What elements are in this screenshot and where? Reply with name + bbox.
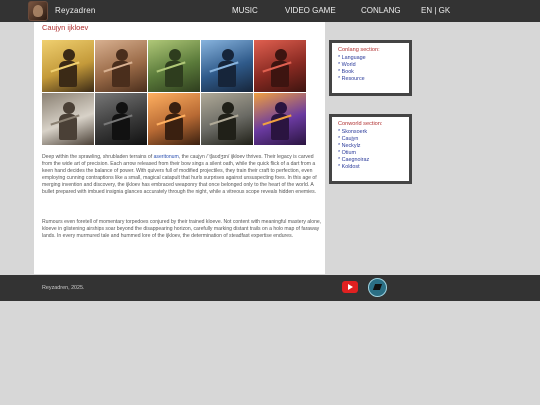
sidebar-item-koldost[interactable]: * Koldost bbox=[338, 164, 403, 171]
sidebar-item-book[interactable]: * Book bbox=[338, 69, 403, 76]
image-gallery bbox=[42, 40, 306, 146]
logo-icon[interactable] bbox=[28, 1, 48, 21]
ninja-image[interactable] bbox=[95, 93, 147, 145]
warrior-portrait-image[interactable] bbox=[42, 40, 94, 92]
figure-head bbox=[274, 49, 287, 62]
sidebar-item-otium[interactable]: * Otium bbox=[338, 150, 403, 157]
sidebar-item-world[interactable]: * World bbox=[338, 62, 403, 69]
figure-head bbox=[221, 102, 234, 115]
figure-head bbox=[115, 102, 128, 115]
sidebar-item-resource[interactable]: * Resource bbox=[338, 76, 403, 83]
red-warrior-image[interactable] bbox=[254, 40, 306, 92]
nav-video-game[interactable]: VIDEO GAME bbox=[285, 6, 336, 15]
figure-head bbox=[274, 102, 287, 115]
sidebar-item-language[interactable]: * Language bbox=[338, 55, 403, 62]
intro-text-end: , the caujyn /ˈtʃaʊdʒɪn/ ijkloev thrives… bbox=[42, 154, 317, 195]
intro-paragraph: Deep within the sprawling, shrubladen te… bbox=[42, 154, 322, 195]
sidebar-item-caegnoiraz[interactable]: * Caegnoiraz bbox=[338, 157, 403, 164]
nav-music[interactable]: MUSIC bbox=[232, 6, 258, 15]
figure-head bbox=[115, 49, 128, 62]
main-content: Caujyn ijkloev Deep within the sprawling… bbox=[34, 22, 325, 274]
footer-copyright: Reyzadren, 2025. bbox=[42, 285, 85, 291]
shape-icon[interactable] bbox=[368, 278, 387, 297]
nav-conlang[interactable]: CONLANG bbox=[361, 6, 401, 15]
figure-head bbox=[168, 49, 181, 62]
sidebar-item-skonsoerk[interactable]: * Skonsoerk bbox=[338, 129, 403, 136]
page-title: Caujyn ijkloev bbox=[42, 23, 89, 32]
figure-head bbox=[62, 49, 75, 62]
figure-head bbox=[221, 49, 234, 62]
intro-text-start: Deep within the sprawling, shrubladen te… bbox=[42, 154, 154, 160]
youtube-icon[interactable] bbox=[342, 281, 358, 293]
rumours-paragraph: Rumours even foretell of momentary torpe… bbox=[42, 219, 322, 239]
top-navbar: Reyzadren MUSIC VIDEO GAME CONLANG EN | … bbox=[0, 0, 540, 22]
forest-archer-image[interactable] bbox=[148, 40, 200, 92]
conlang-section-box: Conlang section: * Language * World * Bo… bbox=[329, 40, 412, 96]
aseritonum-link[interactable]: aseritonum bbox=[154, 154, 179, 160]
fire-crossbow-image[interactable] bbox=[148, 93, 200, 145]
conworld-section-title: Conworld section: bbox=[338, 121, 383, 127]
figure-head bbox=[168, 102, 181, 115]
conworld-section-box: Conworld section: * Skonsoerk * Caujyn *… bbox=[329, 114, 412, 184]
violet-archer-image[interactable] bbox=[254, 93, 306, 145]
conlang-section-title: Conlang section: bbox=[338, 47, 380, 53]
sidebar-item-caujyn[interactable]: * Caujyn bbox=[338, 136, 403, 143]
figure-head bbox=[62, 102, 75, 115]
horse-rider-image[interactable] bbox=[95, 40, 147, 92]
nav-language-switch[interactable]: EN | GK bbox=[421, 6, 450, 15]
sidebar-item-neckylz[interactable]: * Neckylz bbox=[338, 143, 403, 150]
twin-fighters-image[interactable] bbox=[201, 93, 253, 145]
footer: Reyzadren, 2025. bbox=[0, 275, 540, 301]
blue-warrior-image[interactable] bbox=[201, 40, 253, 92]
brand-name[interactable]: Reyzadren bbox=[55, 6, 96, 15]
logo-portrait-mark bbox=[33, 5, 43, 17]
gunner-image[interactable] bbox=[42, 93, 94, 145]
